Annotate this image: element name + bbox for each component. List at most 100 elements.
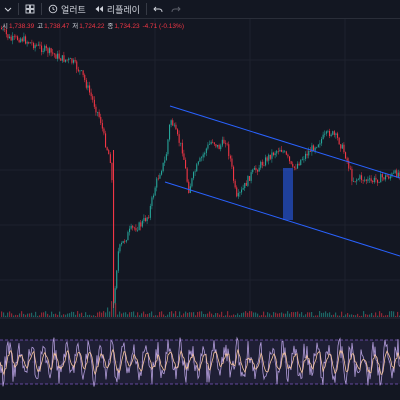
candle-body [145, 218, 147, 222]
volume-bar [247, 312, 249, 317]
candle-body [165, 154, 167, 161]
candle-body [210, 141, 212, 144]
candle-body [295, 167, 297, 169]
undo-button[interactable] [149, 0, 167, 18]
candle-body [178, 134, 180, 143]
volume-bar [27, 313, 29, 317]
candle-body [321, 138, 323, 144]
volume-bar [193, 312, 195, 317]
candle-body [109, 154, 111, 164]
candle-body [33, 42, 35, 49]
close-key: 종 [107, 23, 114, 30]
replay-button[interactable]: 리플레이 [90, 0, 144, 18]
candle-body [265, 157, 267, 166]
alerts-button[interactable]: 얼러트 [44, 0, 90, 18]
volume-bar [33, 315, 35, 317]
volume-bar [347, 313, 349, 317]
volume-bar [171, 311, 173, 317]
volume-bar [387, 315, 389, 317]
volume-bar [149, 313, 151, 317]
volume-bar [381, 313, 383, 317]
candle-body [121, 243, 123, 245]
candle-body [81, 70, 83, 71]
ohlc-legend: 시1,738.39 고1,738.47 저1,724.22 종1,734.23 … [2, 20, 185, 30]
candle-body [205, 148, 207, 153]
candle-body [388, 176, 390, 179]
volume-bar [29, 313, 31, 317]
candle-body [367, 179, 369, 181]
candle-body [273, 152, 275, 155]
grid-icon [25, 4, 35, 14]
volume-bar [261, 315, 263, 317]
candle-body [247, 176, 249, 186]
candle-body [207, 144, 209, 149]
volume-bar [359, 315, 361, 317]
candle-body [172, 120, 174, 126]
volume-bar [37, 315, 39, 317]
volume-bar [397, 311, 399, 317]
candle-body [10, 36, 12, 41]
volume-bar [325, 311, 327, 317]
volume-bar [391, 311, 393, 317]
candle-body [293, 166, 295, 168]
candle-body [220, 145, 222, 150]
candle-body [101, 123, 103, 129]
candle-body [223, 139, 225, 144]
candle-body [261, 161, 263, 166]
candle-body [71, 58, 73, 63]
candle-body [309, 150, 311, 152]
oscillator-pane[interactable] [0, 322, 400, 400]
candle-body [114, 288, 116, 303]
open-value: 1,738.39 [8, 23, 35, 30]
candle-body [20, 38, 22, 43]
volume-bar [321, 312, 323, 317]
volume-bar [289, 313, 291, 317]
volume-bar [343, 315, 345, 317]
redo-button[interactable] [167, 0, 185, 18]
volume-bar [211, 313, 213, 317]
candle-body [362, 180, 364, 181]
candle-body [137, 230, 139, 231]
volume-bar [353, 315, 355, 317]
volume-bar [95, 315, 97, 317]
candle-body [148, 217, 150, 219]
candle-body [204, 152, 206, 155]
redo-icon [171, 6, 181, 13]
candle-body [183, 153, 185, 160]
candle-body [217, 144, 219, 147]
candle-body [255, 167, 257, 171]
candle-body [92, 96, 94, 100]
candle-body [105, 133, 107, 148]
toolbar-divider [145, 3, 147, 15]
layout-button[interactable] [21, 0, 39, 18]
volume-bar [117, 314, 119, 317]
candle-body [370, 178, 372, 181]
volume-bar [205, 314, 207, 317]
candle-body [253, 167, 255, 170]
candle-body [364, 179, 366, 181]
volume-bar [329, 312, 331, 317]
candle-body [97, 112, 99, 113]
candle-body [369, 178, 371, 180]
candle-body [117, 251, 119, 271]
candle-body [116, 270, 118, 289]
volume-bar [13, 315, 15, 317]
replay-label: 리플레이 [106, 4, 140, 15]
interval-dropdown[interactable] [0, 0, 16, 18]
volume-bar [165, 315, 167, 317]
candle-body [106, 147, 108, 151]
toolbar-divider [18, 3, 19, 15]
candle-body [365, 179, 367, 181]
candle-body [61, 55, 63, 61]
candle-body [340, 144, 342, 149]
candle-body [93, 99, 95, 107]
candle-body [260, 161, 262, 168]
volume-bar [203, 313, 205, 317]
volume-bar [39, 315, 41, 317]
volume-bar [125, 312, 127, 317]
volume-bar [361, 315, 363, 317]
volume-bar [99, 311, 101, 317]
candle-body [313, 145, 315, 151]
candle-body [122, 240, 124, 244]
volume-bar [301, 312, 303, 317]
